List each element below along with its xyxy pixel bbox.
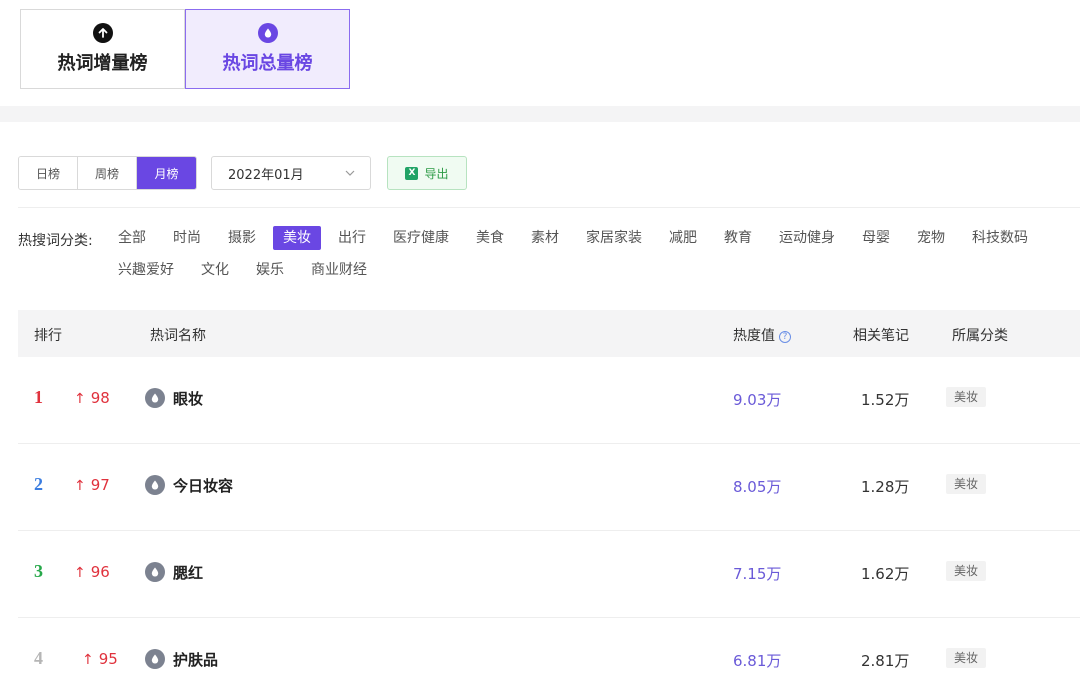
- rank-number: 2: [34, 474, 43, 494]
- table-row[interactable]: 3 ↑ 96 腮红 7.15万 1.62万 美妆: [18, 531, 1080, 618]
- category-filter-item[interactable]: 商业财经: [301, 258, 377, 282]
- export-label: 导出: [424, 166, 449, 181]
- rank-change: ↑ 98: [74, 389, 110, 407]
- category-tag: 美妆: [946, 648, 987, 668]
- drop-icon: [145, 475, 165, 495]
- period-daily-button[interactable]: 日榜: [19, 157, 78, 189]
- category-tag: 美妆: [946, 561, 987, 581]
- tab-label: 热词总量榜: [222, 53, 313, 74]
- hot-word[interactable]: 眼妆: [173, 388, 203, 409]
- excel-icon: X: [405, 166, 419, 180]
- arrow-up-icon: ↑: [74, 391, 86, 407]
- table-row[interactable]: 2 ↑ 97 今日妆容 8.05万 1.28万 美妆: [18, 444, 1080, 531]
- category-filter-item[interactable]: 减肥: [659, 226, 707, 250]
- chevron-down-icon: [344, 167, 356, 183]
- tab-label: 热词增量榜: [57, 53, 148, 74]
- category-filter-item[interactable]: 娱乐: [246, 258, 294, 282]
- divider: [18, 207, 1080, 208]
- rank-change: ↑ 96: [74, 563, 110, 581]
- period-weekly-button[interactable]: 周榜: [78, 157, 137, 189]
- period-monthly-button[interactable]: 月榜: [137, 157, 196, 189]
- month-select-value: 2022年01月: [228, 167, 304, 183]
- heat-value: 6.81万: [733, 652, 782, 670]
- related-notes: 2.81万: [861, 652, 910, 670]
- rank-change-value: 96: [90, 563, 110, 581]
- category-filter-item[interactable]: 出行: [328, 226, 376, 250]
- rank-change-value: 95: [98, 650, 118, 668]
- rank-change-value: 97: [90, 476, 110, 494]
- drop-circle-icon: [257, 23, 278, 43]
- rank-change: ↑ 95: [82, 650, 118, 668]
- hot-word[interactable]: 腮红: [173, 562, 203, 583]
- category-tag: 美妆: [946, 387, 987, 407]
- related-notes: 1.52万: [861, 391, 910, 409]
- table-header: 排行 热词名称 热度值? 相关笔记 所属分类: [18, 310, 1080, 357]
- category-filter-item[interactable]: 摄影: [218, 226, 266, 250]
- export-button[interactable]: X 导出: [387, 156, 467, 190]
- rank-change-value: 98: [90, 389, 110, 407]
- category-filter-item[interactable]: 文化: [191, 258, 239, 282]
- category-filter-item[interactable]: 宠物: [907, 226, 955, 250]
- drop-icon: [145, 388, 165, 408]
- related-notes: 1.28万: [861, 478, 910, 496]
- category-filter-item[interactable]: 素材: [521, 226, 569, 250]
- category-filter-item[interactable]: 医疗健康: [383, 226, 459, 250]
- category-filter-item[interactable]: 兴趣爱好: [108, 258, 184, 282]
- header-rank: 排行: [34, 328, 62, 344]
- month-select[interactable]: 2022年01月: [211, 156, 371, 190]
- help-icon[interactable]: ?: [779, 331, 791, 343]
- category-filter-item[interactable]: 时尚: [163, 226, 211, 250]
- arrow-up-icon: ↑: [74, 565, 86, 581]
- category-filter-item[interactable]: 美妆: [273, 226, 321, 250]
- header-name: 热词名称: [150, 328, 206, 344]
- category-filter-list: 全部 时尚 摄影 美妆 出行 医疗健康 美食 素材 家居家装 减肥 教育 运动健身 母婴 宠物 科技数码兴趣…: [108, 226, 1078, 282]
- heat-value: 7.15万: [733, 565, 782, 583]
- category-filter-item[interactable]: 科技数码: [962, 226, 1038, 250]
- arrow-up-icon: ↑: [74, 478, 86, 494]
- category-filter-item[interactable]: 家居家装: [576, 226, 652, 250]
- category-filter-label: 热搜词分类:: [18, 233, 93, 249]
- heat-value: 8.05万: [733, 478, 782, 496]
- hot-word[interactable]: 护肤品: [173, 649, 218, 670]
- hot-word[interactable]: 今日妆容: [173, 475, 233, 496]
- rank-number: 3: [34, 561, 43, 581]
- category-tag: 美妆: [946, 474, 987, 494]
- tab-increment-ranking[interactable]: 热词增量榜: [20, 9, 185, 89]
- arrow-up-icon: ↑: [82, 652, 94, 668]
- drop-icon: [145, 649, 165, 669]
- rank-number: 4: [34, 648, 43, 668]
- ranking-type-tabs: 热词增量榜 热词总量榜: [20, 9, 350, 89]
- section-divider: [0, 106, 1080, 122]
- period-segment: 日榜 周榜 月榜: [18, 156, 197, 190]
- tab-total-ranking[interactable]: 热词总量榜: [185, 9, 350, 89]
- arrow-up-circle-icon: [92, 23, 113, 43]
- header-category: 所属分类: [952, 328, 1008, 344]
- table-row[interactable]: 4 ↑ 95 护肤品 6.81万 2.81万 美妆: [18, 618, 1080, 680]
- category-filter-item[interactable]: 母婴: [852, 226, 900, 250]
- header-heat-label: 热度值: [733, 328, 775, 344]
- table-row[interactable]: 1 ↑ 98 眼妆 9.03万 1.52万 美妆: [18, 357, 1080, 444]
- heat-value: 9.03万: [733, 391, 782, 409]
- drop-icon: [145, 562, 165, 582]
- category-filter-item[interactable]: 全部: [108, 226, 156, 250]
- header-notes: 相关笔记: [853, 328, 909, 344]
- rank-change: ↑ 97: [74, 476, 110, 494]
- rank-number: 1: [34, 387, 43, 407]
- category-filter-item[interactable]: 教育: [714, 226, 762, 250]
- related-notes: 1.62万: [861, 565, 910, 583]
- category-filter-item[interactable]: 美食: [466, 226, 514, 250]
- category-filter-item[interactable]: 运动健身: [769, 226, 845, 250]
- header-heat: 热度值?: [733, 325, 791, 345]
